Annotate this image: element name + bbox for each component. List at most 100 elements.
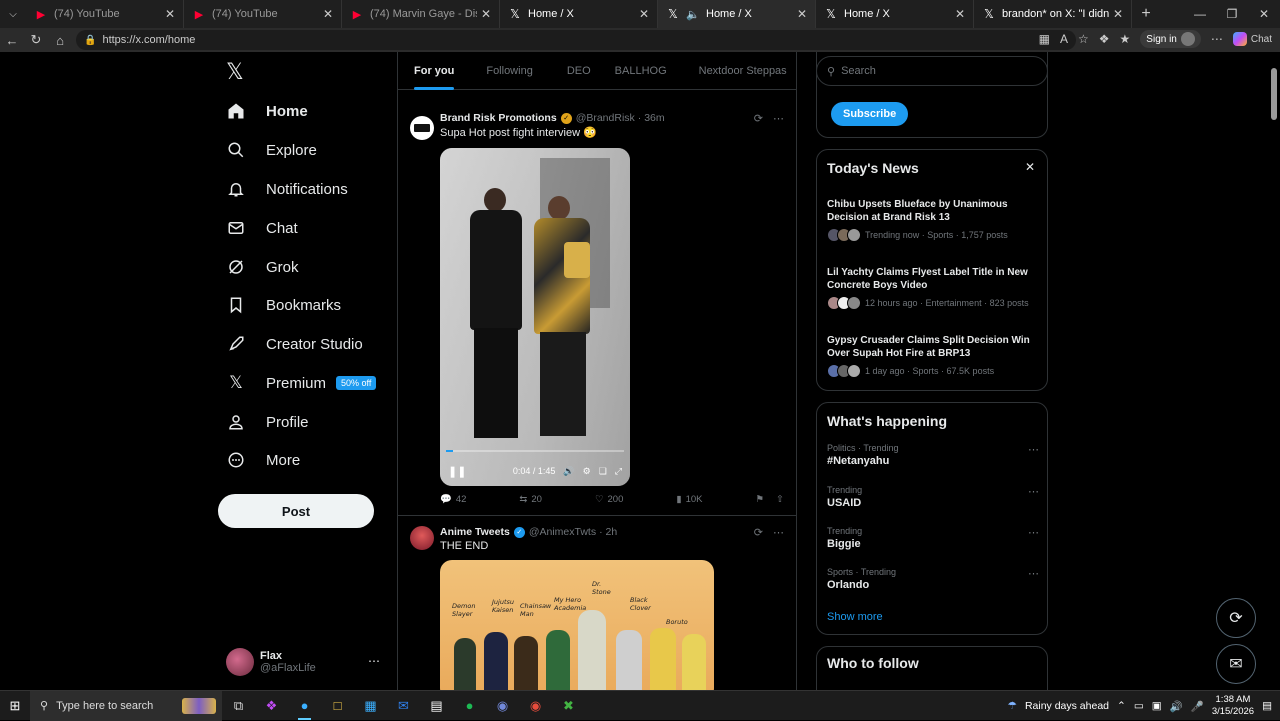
minimize-icon[interactable]: —: [1184, 0, 1216, 28]
subscribe-button[interactable]: Subscribe: [831, 102, 909, 126]
task-view-icon[interactable]: ⧉: [222, 691, 255, 721]
home-icon[interactable]: ⌂: [48, 28, 72, 52]
favorites-icon[interactable]: ★: [1120, 32, 1131, 46]
pause-icon[interactable]: ❚❚: [448, 465, 466, 478]
bookmark-icon[interactable]: ⚑: [756, 494, 765, 505]
avatar[interactable]: [410, 116, 434, 140]
weather-icon[interactable]: ☂: [1008, 700, 1017, 712]
close-tab-icon[interactable]: ✕: [165, 7, 175, 21]
x-logo-icon[interactable]: 𝕏: [226, 60, 244, 85]
tweet-image[interactable]: Demon Slayer Jujutsu Kaisen Chainsaw Man…: [440, 560, 714, 690]
clock[interactable]: 1:38 AM 3/15/2026: [1212, 694, 1254, 718]
more-icon[interactable]: ⋯: [1028, 567, 1039, 580]
avatar[interactable]: [410, 526, 434, 550]
more-icon[interactable]: ⋯: [1028, 485, 1039, 498]
app-available-icon[interactable]: ▦: [1039, 32, 1050, 46]
account-switcher[interactable]: Flax @aFlaxLife ⋯: [226, 648, 386, 676]
trend-item[interactable]: Trending Biggie ⋯: [827, 526, 1039, 550]
browser-tab[interactable]: ▶ (74) Marvin Gaye - Distant Lover ( ✕: [342, 0, 500, 28]
settings-icon[interactable]: ⚙: [583, 466, 591, 477]
show-hidden-icons-icon[interactable]: ⌃: [1117, 700, 1126, 712]
tweet-time[interactable]: · 2h: [599, 526, 617, 538]
video-progress-bar[interactable]: [446, 450, 624, 452]
windows-start-icon[interactable]: ⊞: [0, 691, 30, 721]
tab-ballhog[interactable]: BALLHOG: [615, 52, 667, 90]
read-aloud-icon[interactable]: A: [1060, 32, 1068, 46]
nav-premium[interactable]: 𝕏 Premium 50% off: [226, 368, 377, 398]
browser-tab[interactable]: 𝕏 Home / X ✕: [500, 0, 658, 28]
file-explorer-icon[interactable]: □: [321, 691, 354, 721]
tab-deo[interactable]: DEO: [567, 52, 591, 90]
copilot-app-icon[interactable]: ❖: [255, 691, 288, 721]
author-handle[interactable]: @BrandRisk: [576, 112, 635, 124]
copilot-button[interactable]: Chat: [1232, 32, 1272, 46]
network-icon[interactable]: ▣: [1152, 700, 1162, 712]
back-icon[interactable]: ←: [0, 28, 24, 52]
news-item[interactable]: Gypsy Crusader Claims Split Decision Win…: [827, 334, 1039, 378]
close-window-icon[interactable]: ✕: [1248, 0, 1280, 28]
views-button[interactable]: ▮ 10K: [676, 494, 702, 505]
volume-icon[interactable]: 🔊: [1170, 700, 1183, 713]
store-icon[interactable]: ▦: [354, 691, 387, 721]
close-icon[interactable]: ✕: [1025, 160, 1035, 174]
news-item[interactable]: Lil Yachty Claims Flyest Label Title in …: [827, 266, 1039, 310]
speaker-icon[interactable]: 🔈: [686, 7, 700, 21]
notifications-icon[interactable]: ▤: [1262, 700, 1272, 712]
notepad-icon[interactable]: ▤: [420, 691, 453, 721]
close-tab-icon[interactable]: ✕: [955, 7, 965, 21]
new-tab-button[interactable]: +: [1132, 5, 1160, 23]
volume-icon[interactable]: 🔊: [563, 466, 574, 477]
tweet-video[interactable]: ❚❚ 0:04 / 1:45 🔊 ⚙ ❏ ⤢: [440, 148, 630, 486]
spotify-icon[interactable]: ●: [453, 691, 486, 721]
tweet[interactable]: Brand Risk Promotions ✓ @BrandRisk · 36m…: [398, 90, 796, 516]
taskbar-search[interactable]: ⚲ Type here to search: [30, 690, 222, 721]
tab-nextdoor-steppas[interactable]: Nextdoor Steppas: [699, 52, 787, 90]
tweet-time[interactable]: · 36m: [638, 112, 665, 124]
discord-icon[interactable]: ◉: [486, 691, 519, 721]
app-icon[interactable]: ◉: [519, 691, 552, 721]
close-tab-icon[interactable]: ✕: [323, 7, 333, 21]
nav-explore[interactable]: Explore: [226, 135, 317, 165]
repost-button[interactable]: ⇆ 20: [519, 494, 542, 505]
more-icon[interactable]: ⋯: [1028, 526, 1039, 539]
close-tab-icon[interactable]: ✕: [1113, 7, 1123, 21]
tab-actions-icon[interactable]: ⌵: [0, 0, 26, 28]
more-icon[interactable]: ⋯: [773, 112, 784, 125]
nav-more[interactable]: More: [226, 445, 300, 475]
author-name[interactable]: Brand Risk Promotions: [440, 112, 557, 124]
author-handle[interactable]: @AnimexTwts: [529, 526, 596, 538]
refresh-icon[interactable]: ↻: [24, 28, 48, 52]
more-icon[interactable]: ⋯: [368, 654, 380, 668]
page-scrollbar[interactable]: [1268, 52, 1280, 690]
tab-following[interactable]: Following: [486, 52, 532, 90]
favorite-star-icon[interactable]: ☆: [1078, 32, 1089, 46]
picture-in-picture-icon[interactable]: ❏: [599, 466, 607, 477]
post-button[interactable]: Post: [218, 494, 374, 528]
nav-home[interactable]: Home: [226, 96, 308, 126]
fullscreen-icon[interactable]: ⤢: [615, 466, 622, 477]
edge-browser-icon[interactable]: ●: [288, 691, 321, 721]
grok-fab-button[interactable]: ⟳: [1216, 598, 1256, 638]
close-tab-icon[interactable]: ✕: [481, 7, 491, 21]
more-icon[interactable]: ⋯: [773, 526, 784, 539]
like-button[interactable]: ♡ 200: [595, 494, 623, 505]
show-more-link[interactable]: Show more: [827, 611, 883, 623]
share-icon[interactable]: ⇧: [776, 494, 784, 505]
reply-button[interactable]: 💬 42: [440, 494, 466, 505]
author-name[interactable]: Anime Tweets: [440, 526, 510, 538]
news-item[interactable]: Chibu Upsets Blueface by Unanimous Decis…: [827, 198, 1039, 242]
microphone-icon[interactable]: 🎤: [1191, 700, 1204, 713]
search-input[interactable]: ⚲ Search: [816, 56, 1048, 86]
sign-in-button[interactable]: Sign in: [1140, 30, 1201, 48]
trend-item[interactable]: Sports · Trending Orlando ⋯: [827, 567, 1039, 591]
close-tab-icon[interactable]: ✕: [797, 7, 807, 21]
weather-text[interactable]: Rainy days ahead: [1025, 700, 1109, 712]
more-options-icon[interactable]: ⋯: [1211, 32, 1223, 46]
grok-icon[interactable]: ⟳: [754, 526, 763, 539]
browser-tab-active[interactable]: 𝕏 🔈 Home / X ✕: [658, 0, 816, 28]
grok-icon[interactable]: ⟳: [754, 112, 763, 125]
battery-icon[interactable]: ▭: [1134, 700, 1144, 712]
tab-for-you[interactable]: For you: [414, 52, 455, 90]
nav-bookmarks[interactable]: Bookmarks: [226, 290, 341, 320]
browser-tab[interactable]: ▶ (74) YouTube ✕: [184, 0, 342, 28]
